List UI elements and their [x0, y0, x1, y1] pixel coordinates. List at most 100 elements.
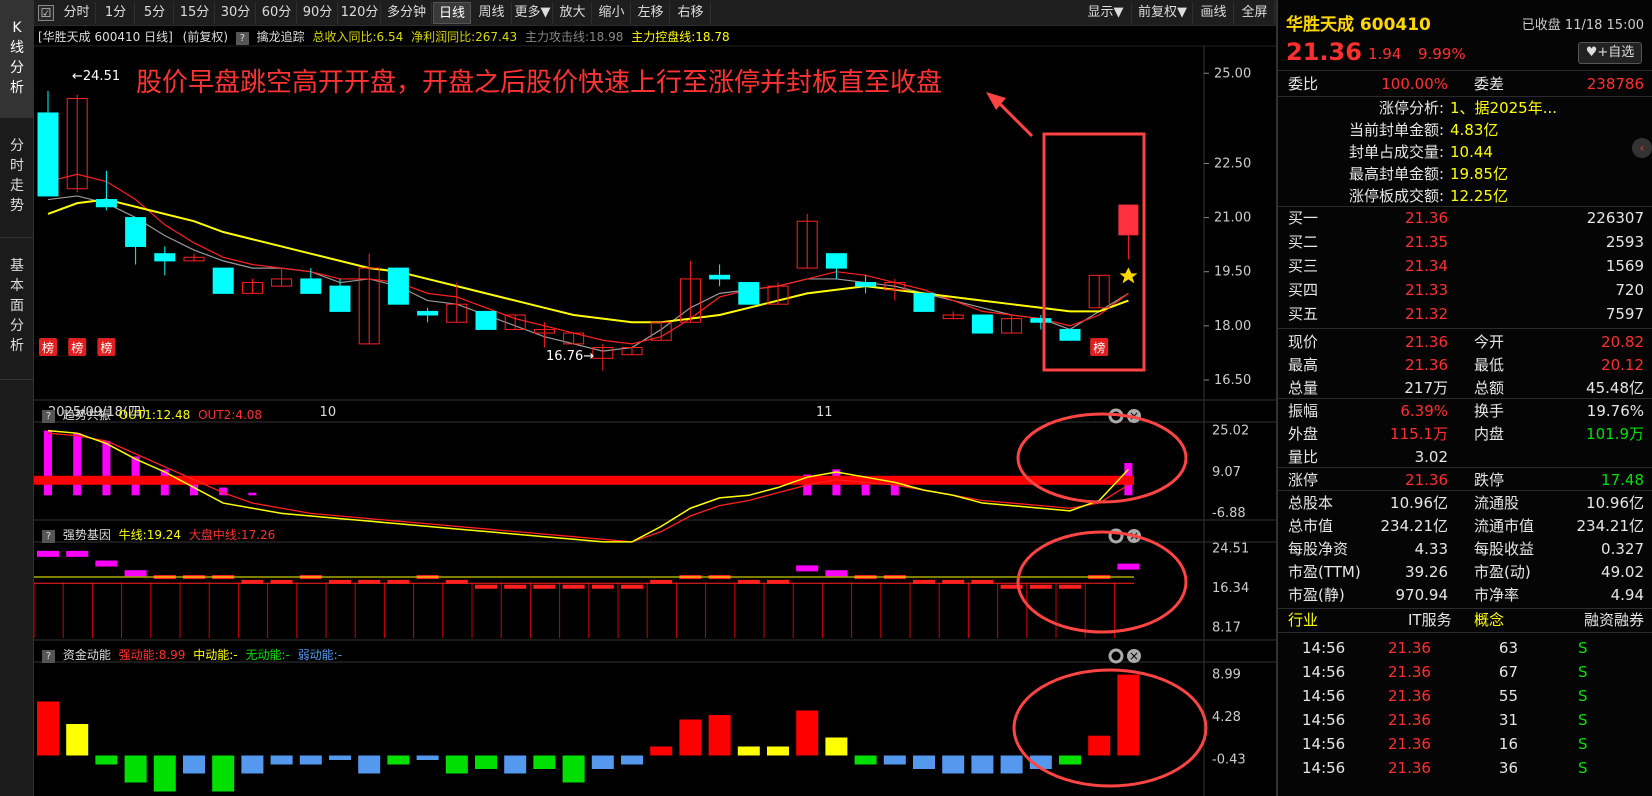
toolbar-btn-5[interactable]: 60分 — [257, 2, 297, 24]
toolbar-btn-2[interactable]: 5分 — [136, 2, 174, 24]
toolbar-right-1[interactable]: 前复权▼ — [1133, 2, 1193, 24]
sub1-axis-label: -6.88 — [1212, 506, 1246, 521]
gear-icon[interactable] — [1108, 648, 1124, 664]
help-icon[interactable]: ? — [235, 32, 249, 45]
weibi-value: 100.00% — [1381, 75, 1448, 93]
toolbar-btn-11[interactable]: 更多▼ — [513, 2, 553, 24]
stat-row: 总股本 10.96亿 流通股 10.96亿 — [1278, 491, 1652, 515]
sub1-bar — [44, 430, 52, 496]
help-icon[interactable]: ? — [42, 650, 55, 663]
toolbar-btn-15[interactable]: 右移 — [671, 2, 711, 24]
left-tab-2[interactable]: 基本面分析 — [0, 238, 34, 380]
bang-label: 榜 — [100, 340, 112, 355]
add-watchlist-button[interactable]: ♥+自选 — [1578, 42, 1642, 64]
highlight-ellipse — [1012, 668, 1208, 788]
stat-label: 最高 — [1288, 356, 1319, 374]
candle-down — [154, 253, 176, 262]
sub3-bar — [329, 755, 351, 760]
toolbar-btn-1[interactable]: 1分 — [97, 2, 135, 24]
zt-value: 4.83亿 — [1450, 121, 1499, 139]
tick-price: 21.36 — [1388, 687, 1431, 705]
toolbar-btn-4[interactable]: 30分 — [216, 2, 256, 24]
checkbox-icon[interactable]: ☑ — [38, 5, 54, 21]
bid-label: 买二 — [1288, 233, 1319, 251]
sub3-bar — [1000, 755, 1023, 774]
bid-row: 买四 21.33 720 — [1278, 278, 1652, 302]
collapse-arrow-icon[interactable]: ‹ — [1632, 138, 1652, 158]
sub2-axis-label: 8.17 — [1212, 620, 1241, 635]
sub3-axis-label: 4.28 — [1212, 710, 1241, 725]
sub1-threshold-band — [34, 475, 1134, 485]
bid-label: 买四 — [1288, 281, 1319, 299]
main-chart-header: [华胜天成 600410 日线] (前复权) ? 擒龙追踪 总收入同比:6.54… — [38, 28, 730, 46]
tabs-row[interactable]: 行业 IT服务 概念 融资融券 — [1278, 608, 1652, 632]
tick-side: S — [1578, 663, 1588, 681]
stat-label: 总股本 — [1288, 494, 1334, 512]
sub2-bar — [1029, 584, 1052, 589]
sub2-bar — [533, 584, 556, 589]
bid-price: 21.32 — [1405, 305, 1448, 323]
stat-value: 3.02 — [1414, 448, 1448, 466]
price-axis-label: 18.00 — [1214, 319, 1251, 334]
candle-down — [417, 310, 439, 316]
help-icon[interactable]: ? — [42, 530, 55, 543]
stat-value: 10.96亿 — [1586, 494, 1644, 512]
bid-label: 买一 — [1288, 209, 1319, 227]
stat-value: 970.94 — [1395, 586, 1449, 604]
toolbar-btn-6[interactable]: 90分 — [298, 2, 338, 24]
highlight-box — [1042, 132, 1146, 372]
candle-down — [709, 274, 731, 280]
sub3-bar — [767, 746, 789, 756]
toolbar-btn-13[interactable]: 缩小 — [593, 2, 631, 24]
concept-tab: 概念 — [1474, 611, 1505, 629]
limit-up-candle — [1118, 204, 1139, 236]
tick-side: S — [1578, 759, 1588, 777]
bid-row: 买一 21.36 226307 — [1278, 206, 1652, 230]
divider — [1278, 632, 1652, 633]
date-label: 10 — [320, 405, 337, 420]
toolbar-btn-12[interactable]: 放大 — [554, 2, 592, 24]
candle-down — [37, 112, 59, 197]
sub3-bar — [971, 755, 994, 774]
stat-value: 101.9万 — [1586, 425, 1644, 443]
left-tab-1[interactable]: 分时走势 — [0, 118, 34, 238]
toolbar-btn-10[interactable]: 周线 — [472, 2, 512, 24]
candle-down — [300, 278, 322, 294]
toolbar-btn-7[interactable]: 120分 — [339, 2, 381, 24]
heart-icon: ♥ — [1585, 45, 1598, 60]
toolbar-right-3[interactable]: 全屏 — [1235, 2, 1275, 24]
bang-label: 榜 — [42, 340, 54, 355]
stat-row: 每股净资 4.33 每股收益 0.327 — [1278, 537, 1652, 561]
sub3-bar — [445, 755, 468, 774]
stat-value: 6.39% — [1400, 402, 1448, 420]
sub3-bar — [708, 715, 731, 756]
toolbar-btn-8[interactable]: 多分钟 — [382, 2, 432, 24]
toolbar-btn-9[interactable]: 日线 — [433, 2, 471, 24]
candle-down — [387, 267, 409, 305]
price-change-pct: 9.99% — [1418, 45, 1466, 63]
price-axis-label: 19.50 — [1214, 265, 1251, 280]
sub3-bar — [416, 755, 439, 760]
indicator-value-4: 主力控盘线:18.78 — [631, 30, 730, 44]
tick-time: 14:56 — [1302, 687, 1346, 705]
left-tab-bar: K线分析分时走势基本面分析 — [0, 0, 34, 796]
toolbar-right-0[interactable]: 显示▼ — [1080, 2, 1132, 24]
toolbar-btn-3[interactable]: 15分 — [175, 2, 215, 24]
toolbar-right-2[interactable]: 画线 — [1194, 2, 1234, 24]
sub2-axis-label: 16.34 — [1212, 581, 1249, 596]
industry-value: IT服务 — [1408, 611, 1452, 629]
stat-value: 4.33 — [1414, 540, 1448, 558]
tick-volume: 67 — [1498, 663, 1518, 681]
toolbar-btn-0[interactable]: 分时 — [58, 2, 96, 24]
toolbar-btn-14[interactable]: 左移 — [632, 2, 670, 24]
bid-label: 买五 — [1288, 305, 1319, 323]
sub3-bar — [358, 755, 381, 774]
zt-row: 涨停分析: 1、据2025年... — [1278, 96, 1652, 120]
stat-label: 总额 — [1474, 379, 1505, 397]
tick-price: 21.36 — [1388, 759, 1431, 777]
help-icon[interactable]: ? — [42, 410, 55, 423]
sub2-bar — [504, 584, 527, 589]
sub3-bar — [270, 755, 293, 765]
left-tab-0[interactable]: K线分析 — [0, 0, 34, 118]
stat-value: 217万 — [1404, 379, 1448, 397]
